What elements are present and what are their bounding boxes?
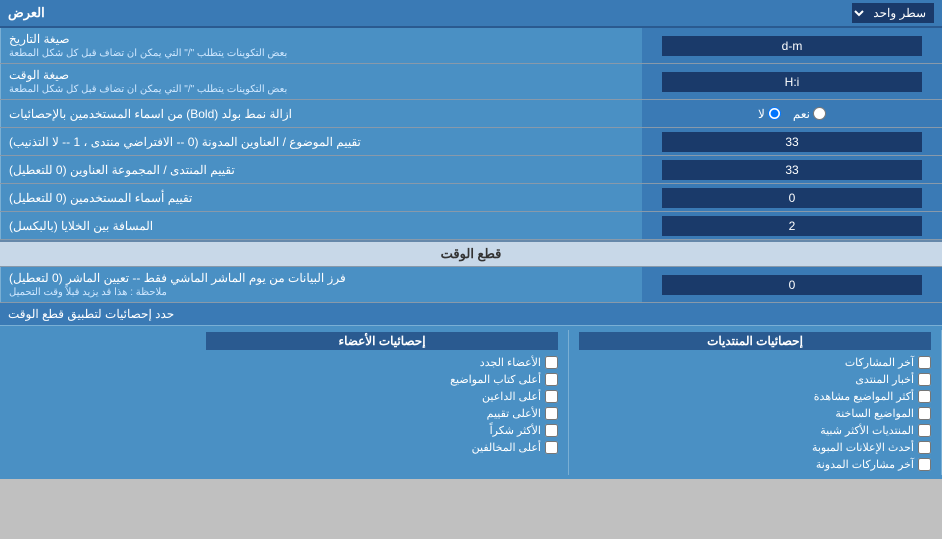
bold-radio-cell: نعم لا: [642, 100, 942, 127]
check-item-similar-forums: المنتديات الأكثر شبية: [579, 422, 931, 439]
check-item-hot-topics: المواضيع الساخنة: [579, 405, 931, 422]
check-classified-ads[interactable]: [918, 441, 931, 454]
check-top-violators[interactable]: [545, 441, 558, 454]
time-format-row: صيغة الوقت بعض التكوينات يتطلب "/" التي …: [0, 64, 942, 100]
forum-stats-title: إحصائيات المنتديات: [579, 332, 931, 350]
header-row: سطر واحد سطرين ثلاثة أسطر العرض: [0, 0, 942, 28]
forum-align-row: تقييم المنتدى / المجموعة العناوين (0 للت…: [0, 156, 942, 184]
forum-align-input-cell: [642, 156, 942, 183]
check-shares[interactable]: [918, 356, 931, 369]
apply-label: حدد إحصائيات لتطبيق قطع الوقت: [8, 307, 174, 321]
cell-spacing-row: المسافة بين الخلايا (بالبكسل): [0, 212, 942, 240]
check-item-top-writers: أعلى كتاب المواضيع: [206, 371, 558, 388]
check-top-inviters[interactable]: [545, 390, 558, 403]
cell-spacing-input-cell: [642, 212, 942, 239]
check-new-members[interactable]: [545, 356, 558, 369]
forum-stats-col: إحصائيات المنتديات آخر المشاركات أخبار ا…: [569, 330, 942, 475]
check-forum-news[interactable]: [918, 373, 931, 386]
check-blog-posts[interactable]: [918, 458, 931, 471]
time-format-input-cell: [642, 64, 942, 99]
username-align-row: تقييم أسماء المستخدمين (0 للتعطيل): [0, 184, 942, 212]
check-item-forum-news: أخبار المنتدى: [579, 371, 931, 388]
check-most-thanked[interactable]: [545, 424, 558, 437]
subject-align-label: تقييم الموضوع / العناوين المدونة (0 -- ا…: [0, 128, 642, 155]
check-item-most-thanked: الأكثر شكراً: [206, 422, 558, 439]
time-format-input[interactable]: [662, 72, 922, 92]
time-format-label: صيغة الوقت بعض التكوينات يتطلب "/" التي …: [0, 64, 642, 99]
radio-no[interactable]: [768, 107, 781, 120]
page-title: العرض: [8, 5, 45, 21]
check-item-classified-ads: أحدث الإعلانات المبوبة: [579, 439, 931, 456]
check-item-top-rated: الأعلى تقييم: [206, 405, 558, 422]
check-similar-forums[interactable]: [918, 424, 931, 437]
subject-align-row: تقييم الموضوع / العناوين المدونة (0 -- ا…: [0, 128, 942, 156]
date-format-input[interactable]: [662, 36, 922, 56]
check-item-top-violators: أعلى المخالفين: [206, 439, 558, 456]
check-item-top-inviters: أعلى الداعين: [206, 388, 558, 405]
check-top-writers[interactable]: [545, 373, 558, 386]
check-top-rated[interactable]: [545, 407, 558, 420]
empty-col: [0, 330, 196, 475]
check-most-viewed[interactable]: [918, 390, 931, 403]
check-item-new-members: الأعضاء الجدد: [206, 354, 558, 371]
forum-align-input[interactable]: [662, 160, 922, 180]
bold-remove-row: نعم لا ازالة نمط بولد (Bold) من اسماء ال…: [0, 100, 942, 128]
member-stats-col: إحصائيات الأعضاء الأعضاء الجدد أعلى كتاب…: [196, 330, 569, 475]
cutoff-input-cell: [642, 267, 942, 302]
check-item-shares: آخر المشاركات: [579, 354, 931, 371]
date-format-row: صيغة التاريخ بعض التكوينات يتطلب "/" الت…: [0, 28, 942, 64]
username-align-input[interactable]: [662, 188, 922, 208]
date-format-label: صيغة التاريخ بعض التكوينات يتطلب "/" الت…: [0, 28, 642, 63]
username-align-label: تقييم أسماء المستخدمين (0 للتعطيل): [0, 184, 642, 211]
cutoff-input[interactable]: [662, 275, 922, 295]
cell-spacing-input[interactable]: [662, 216, 922, 236]
radio-no-label[interactable]: لا: [758, 107, 781, 121]
checkboxes-area: إحصائيات المنتديات آخر المشاركات أخبار ا…: [0, 325, 942, 479]
username-align-input-cell: [642, 184, 942, 211]
cutoff-row: فرز البيانات من يوم الماشر الماشي فقط --…: [0, 267, 942, 303]
subject-align-input[interactable]: [662, 132, 922, 152]
date-format-input-cell: [642, 28, 942, 63]
forum-align-label: تقييم المنتدى / المجموعة العناوين (0 للت…: [0, 156, 642, 183]
cutoff-section-header: قطع الوقت: [0, 240, 942, 267]
check-item-blog-posts: آخر مشاركات المدونة: [579, 456, 931, 473]
bold-remove-label: ازالة نمط بولد (Bold) من اسماء المستخدمي…: [0, 100, 642, 127]
cell-spacing-label: المسافة بين الخلايا (بالبكسل): [0, 212, 642, 239]
subject-align-input-cell: [642, 128, 942, 155]
member-stats-title: إحصائيات الأعضاء: [206, 332, 558, 350]
check-hot-topics[interactable]: [918, 407, 931, 420]
check-item-most-viewed: أكثر المواضيع مشاهدة: [579, 388, 931, 405]
display-dropdown[interactable]: سطر واحد سطرين ثلاثة أسطر: [852, 3, 934, 23]
cutoff-label: فرز البيانات من يوم الماشر الماشي فقط --…: [0, 267, 642, 302]
radio-yes-label[interactable]: نعم: [793, 107, 826, 121]
apply-row: حدد إحصائيات لتطبيق قطع الوقت: [0, 303, 942, 325]
radio-yes[interactable]: [813, 107, 826, 120]
